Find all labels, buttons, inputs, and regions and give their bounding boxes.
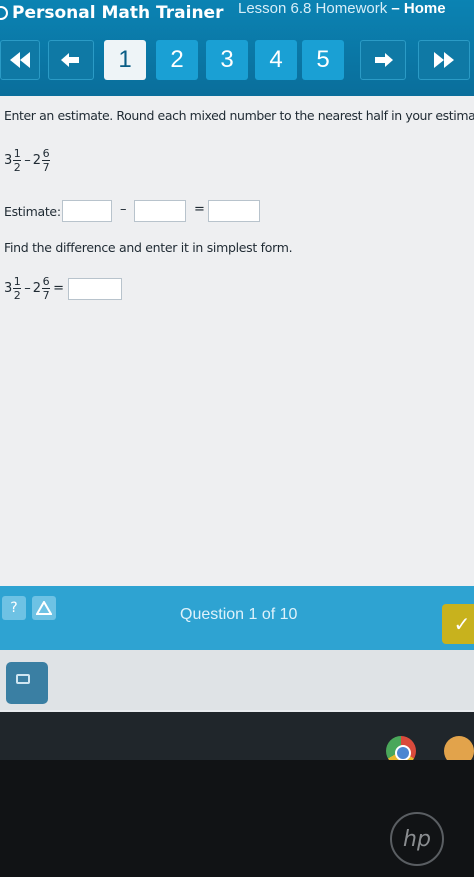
estimate-label: Estimate: <box>4 204 61 219</box>
prev-question-button[interactable] <box>48 40 94 80</box>
app-launcher-icon[interactable] <box>444 736 474 760</box>
question-2-label: 2 <box>170 46 184 73</box>
double-left-arrow-icon <box>10 52 30 68</box>
warning-triangle-icon <box>36 601 52 615</box>
expr2-fraction-1: 12 <box>13 275 22 302</box>
os-taskbar <box>0 712 474 760</box>
expr1-minus: – <box>24 153 31 168</box>
expr1-fraction-2: 67 <box>42 147 51 174</box>
question-3-button[interactable]: 3 <box>206 40 248 80</box>
estimate-input-1[interactable] <box>62 200 112 222</box>
keyboard-icon <box>16 674 30 684</box>
expr1-numerator-2: 6 <box>42 147 50 160</box>
expr2-numerator-2: 6 <box>42 275 50 288</box>
screen: Personal Math Trainer Lesson 6.8 Homewor… <box>0 0 474 760</box>
header-bar: Personal Math Trainer Lesson 6.8 Homewor… <box>0 0 474 96</box>
question-5-label: 5 <box>316 46 330 73</box>
question-nav: 1 2 3 4 5 <box>0 40 474 84</box>
expr1-denominator-2: 7 <box>42 161 50 174</box>
question-counter: Question 1 of 10 <box>180 606 298 623</box>
estimate-result-input[interactable] <box>208 200 260 222</box>
expr2-denominator-1: 2 <box>13 289 21 302</box>
app-logo-icon <box>0 6 8 20</box>
expr2-numerator-1: 1 <box>13 275 21 288</box>
expr1-whole-1: 3 <box>4 153 13 168</box>
footer-bar: ? Question 1 of 10 ✓ <box>0 586 474 650</box>
difference-answer-input[interactable] <box>68 278 122 300</box>
hint-button[interactable] <box>32 596 56 620</box>
help-button[interactable]: ? <box>2 596 26 620</box>
help-label: ? <box>10 600 18 616</box>
expr1-numerator-1: 1 <box>13 147 21 160</box>
question-panel: Enter an estimate. Round each mixed numb… <box>0 96 474 586</box>
expr2-whole-1: 3 <box>4 281 13 296</box>
app-title: Personal Math Trainer <box>0 0 223 26</box>
right-arrow-icon <box>375 53 393 67</box>
check-icon: ✓ <box>453 612 471 636</box>
expr2-equals: = <box>53 281 64 296</box>
expr1-whole-2: 2 <box>32 153 42 168</box>
expr2-denominator-2: 7 <box>42 289 50 302</box>
expr2-minus: – <box>24 281 31 296</box>
question-3-label: 3 <box>220 46 234 73</box>
difference-instruction: Find the difference and enter it in simp… <box>4 240 293 255</box>
app-title-text: Personal Math Trainer <box>12 3 224 23</box>
estimate-input-2[interactable] <box>134 200 186 222</box>
estimate-instruction: Enter an estimate. Round each mixed numb… <box>4 108 474 123</box>
expr1-denominator-1: 2 <box>13 161 21 174</box>
chrome-icon[interactable] <box>386 736 416 760</box>
estimate-minus: – <box>120 202 127 217</box>
expr1-fraction-1: 12 <box>13 147 22 174</box>
question-2-button[interactable]: 2 <box>156 40 198 80</box>
hp-logo: hp <box>390 812 444 866</box>
estimate-equals: = <box>194 202 205 217</box>
expression-2: 3 12 – 2 67 = <box>4 276 64 301</box>
lesson-title-text: Lesson 6.8 Homework <box>238 0 388 17</box>
expression-1: 3 12 – 2 67 <box>4 148 51 173</box>
next-question-button[interactable] <box>360 40 406 80</box>
lesson-title-suffix: – Home <box>387 0 446 17</box>
check-answer-button[interactable]: ✓ <box>442 604 474 644</box>
expr2-whole-2: 2 <box>32 281 42 296</box>
lesson-title: Lesson 6.8 Homework – Home <box>238 0 446 20</box>
left-arrow-icon <box>61 53 79 67</box>
question-4-button[interactable]: 4 <box>255 40 297 80</box>
question-1-button[interactable]: 1 <box>104 40 146 80</box>
first-question-button[interactable] <box>0 40 40 80</box>
expr2-fraction-2: 67 <box>42 275 51 302</box>
question-5-button[interactable]: 5 <box>302 40 344 80</box>
double-right-arrow-icon <box>434 52 454 68</box>
tool-tray <box>0 650 474 710</box>
hp-logo-text: hp <box>403 826 431 852</box>
last-question-button[interactable] <box>418 40 470 80</box>
question-1-label: 1 <box>118 46 132 73</box>
keyboard-tool-button[interactable] <box>6 662 48 704</box>
question-4-label: 4 <box>269 46 283 73</box>
